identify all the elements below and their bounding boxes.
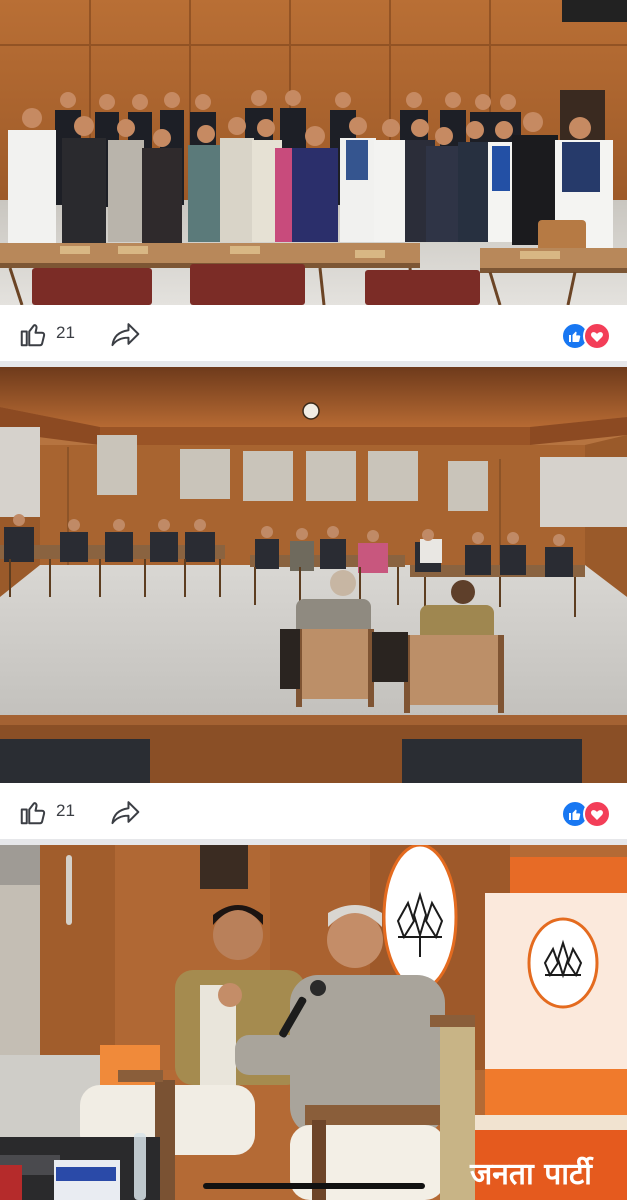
post-photo-hall[interactable] bbox=[0, 367, 627, 783]
banner-text: जनता पार्टी bbox=[470, 1157, 592, 1192]
like-count: 21 bbox=[56, 801, 75, 820]
post-action-bar: 21 bbox=[0, 305, 627, 363]
reaction-summary[interactable] bbox=[561, 322, 611, 350]
post-action-bar: 21 bbox=[0, 783, 627, 841]
like-count: 21 bbox=[56, 323, 75, 342]
post-photo-group[interactable] bbox=[0, 0, 627, 305]
reaction-summary[interactable] bbox=[561, 800, 611, 828]
group-photo-image bbox=[0, 0, 627, 305]
home-indicator[interactable] bbox=[203, 1183, 425, 1189]
thumbs-up-icon[interactable] bbox=[18, 797, 48, 827]
meeting-hall-image bbox=[0, 367, 627, 783]
speakers-image bbox=[0, 845, 627, 1200]
thumbs-up-icon[interactable] bbox=[18, 319, 48, 349]
share-arrow-icon[interactable] bbox=[110, 797, 142, 827]
share-arrow-icon[interactable] bbox=[110, 319, 142, 349]
post-photo-speakers[interactable]: जनता पार्टी bbox=[0, 845, 627, 1200]
love-reaction-icon bbox=[583, 322, 611, 350]
love-reaction-icon bbox=[583, 800, 611, 828]
